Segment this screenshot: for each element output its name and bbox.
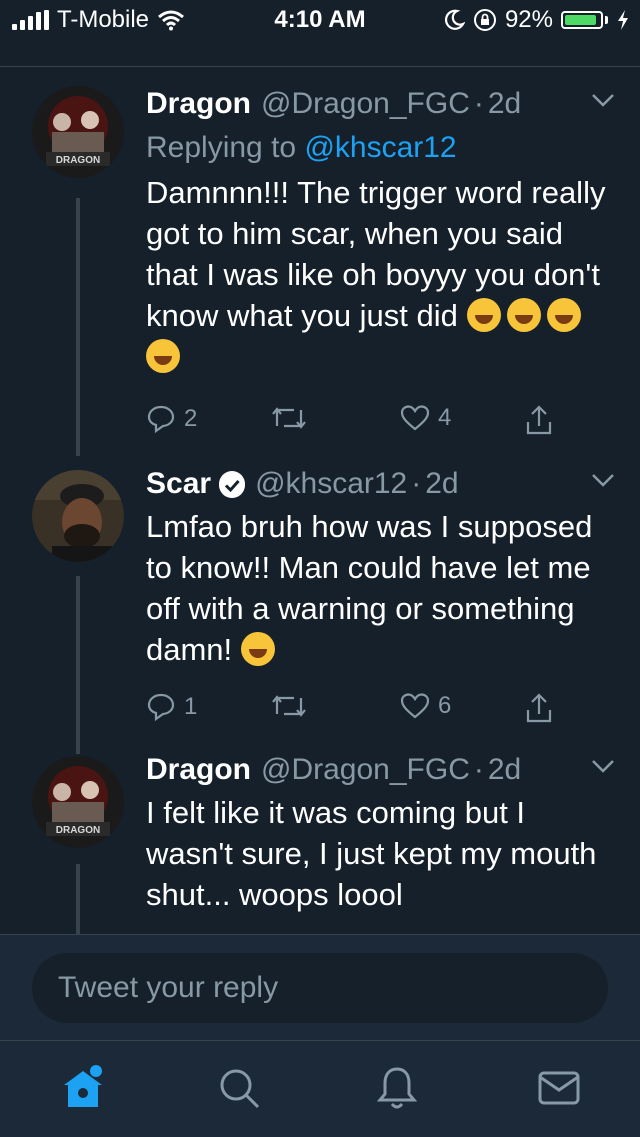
verified-badge-icon xyxy=(219,471,246,498)
tweet-time: 2d xyxy=(487,753,522,786)
battery-icon xyxy=(561,11,603,29)
tab-notifications[interactable] xyxy=(372,1063,422,1113)
notifications-icon xyxy=(376,1067,418,1109)
reply-count: 1 xyxy=(184,693,198,720)
tweet-time: 2d xyxy=(425,467,459,500)
do-not-disturb-icon xyxy=(444,9,465,30)
chevron-down-icon[interactable] xyxy=(590,756,616,776)
chevron-down-icon[interactable] xyxy=(590,90,616,110)
thread-line xyxy=(76,864,80,934)
tears-of-joy-emoji-icon xyxy=(546,298,581,332)
thread-line xyxy=(76,198,80,456)
like-count: 4 xyxy=(438,404,452,431)
tears-of-joy-emoji-icon xyxy=(466,298,501,332)
tab-search[interactable] xyxy=(214,1063,264,1113)
tweet-actions: 1 6 xyxy=(146,692,616,732)
tweet-text-content: I felt like it was coming but I wasn't s… xyxy=(146,795,597,912)
tweet-time: 2d xyxy=(487,87,522,120)
retweet-icon xyxy=(272,407,306,429)
tweet-text: Lmfao bruh how was I supposed to know!! … xyxy=(146,506,616,670)
status-bar: T-Mobile 4:10 AM 92% xyxy=(0,0,640,40)
tears-of-joy-emoji-icon xyxy=(506,298,541,332)
reply-input[interactable] xyxy=(32,953,608,1023)
avatar[interactable] xyxy=(32,470,124,562)
user-handle[interactable]: @khscar12 xyxy=(255,466,407,502)
tweet-text-content: Lmfao bruh how was I supposed to know!! … xyxy=(146,509,593,667)
replying-to: Replying to @khscar12 xyxy=(146,128,616,168)
battery-level xyxy=(565,15,596,25)
reply-count: 2 xyxy=(184,405,198,432)
share-icon xyxy=(526,405,552,435)
tweet-actions: 2 4 xyxy=(146,404,616,444)
chevron-down-icon[interactable] xyxy=(590,470,616,490)
battery-tip xyxy=(605,16,608,24)
separator-dot: · xyxy=(473,753,484,786)
user-name[interactable]: Scar xyxy=(146,466,211,502)
home-icon xyxy=(64,1065,102,1107)
share-action[interactable] xyxy=(524,692,554,724)
orientation-lock-icon xyxy=(473,9,496,31)
replying-to-link[interactable]: @khscar12 xyxy=(304,131,456,164)
heart-icon xyxy=(400,693,430,719)
share-icon xyxy=(526,693,552,723)
like-action[interactable]: 4 xyxy=(400,404,451,432)
retweet-icon xyxy=(272,695,306,717)
retweet-action[interactable] xyxy=(270,404,316,432)
messages-icon xyxy=(538,1071,580,1105)
user-handle[interactable]: @Dragon_FGC xyxy=(261,752,470,788)
like-count: 6 xyxy=(438,692,452,719)
share-action[interactable] xyxy=(524,404,554,436)
avatar[interactable]: DRAGON xyxy=(32,756,124,848)
avatar-caption: DRAGON xyxy=(56,825,100,836)
reply-icon xyxy=(147,693,175,722)
charging-icon xyxy=(618,10,628,30)
user-name[interactable]: Dragon xyxy=(146,752,251,788)
tweet-header: Dragon @Dragon_FGC · 2d xyxy=(146,86,616,122)
avatar[interactable]: DRAGON xyxy=(32,86,124,178)
separator-dot: · xyxy=(411,467,422,500)
like-action[interactable]: 6 xyxy=(400,692,451,720)
thread-line xyxy=(76,576,80,754)
separator-dot: · xyxy=(473,87,484,120)
navigation-bar xyxy=(0,40,640,67)
reply-action[interactable]: 1 xyxy=(146,692,197,722)
tweet-header: Dragon @Dragon_FGC · 2d xyxy=(146,752,616,788)
tears-of-joy-emoji-icon xyxy=(240,632,275,666)
search-icon xyxy=(220,1069,260,1109)
tweet-text: Damnnn!!! The trigger word really got to… xyxy=(146,172,616,377)
battery-percent: 92% xyxy=(504,6,553,33)
heart-icon xyxy=(400,405,430,431)
user-handle[interactable]: @Dragon_FGC xyxy=(261,86,470,122)
tab-home[interactable] xyxy=(58,1063,108,1113)
avatar-caption: DRAGON xyxy=(56,155,100,166)
tab-messages[interactable] xyxy=(534,1063,584,1113)
tweet-text: I felt like it was coming but I wasn't s… xyxy=(146,792,616,915)
reply-icon xyxy=(147,405,175,434)
tab-bar xyxy=(0,1040,640,1137)
replying-prefix: Replying to xyxy=(146,131,297,164)
reply-action[interactable]: 2 xyxy=(146,404,197,434)
retweet-action[interactable] xyxy=(270,692,316,720)
user-name[interactable]: Dragon xyxy=(146,86,251,122)
reply-bar xyxy=(0,934,640,1041)
tears-of-joy-emoji-icon xyxy=(146,339,180,373)
tweet-header: Scar @khscar12 · 2d xyxy=(146,466,616,502)
